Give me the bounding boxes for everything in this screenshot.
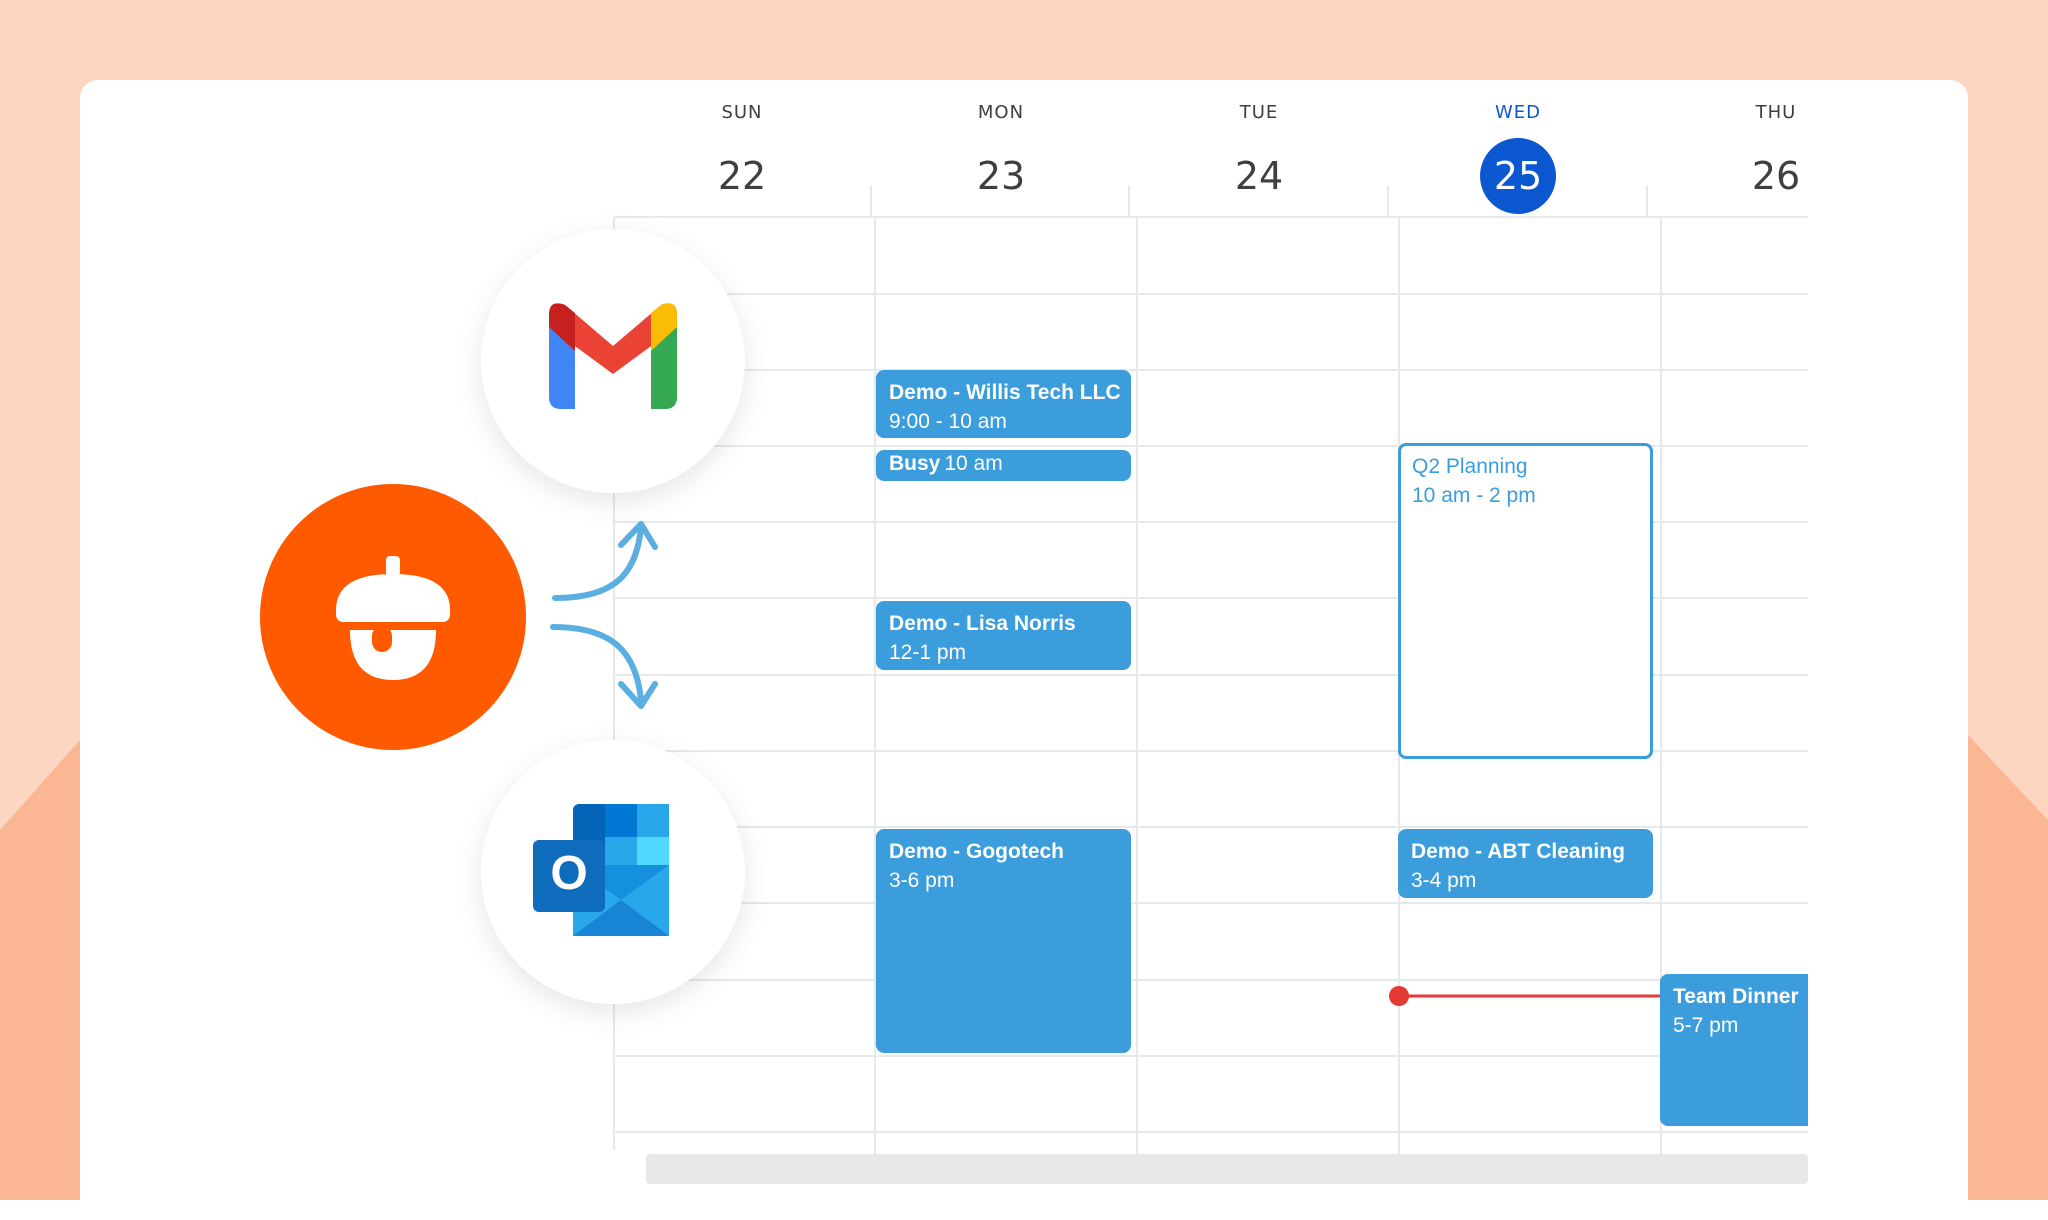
day-date-24[interactable]: 24: [1221, 138, 1297, 214]
event-title: Q2 Planning: [1412, 455, 1528, 478]
day-header-mon: MON: [977, 102, 1025, 123]
day-header-tue: TUE: [1239, 102, 1279, 123]
day-header-thu: THU: [1755, 102, 1797, 123]
event-time: 9:00 - 10 am: [889, 410, 1007, 433]
event-demo-abt-cleaning[interactable]: Demo - ABT Cleaning 3-4 pm: [1398, 829, 1653, 898]
event-time: 12-1 pm: [889, 641, 967, 664]
day-header-sun: SUN: [721, 102, 763, 123]
gmail-icon: [549, 303, 677, 409]
event-title: Demo - Willis Tech LLC: [889, 381, 1121, 404]
day-header-wed: WED: [1494, 102, 1542, 123]
event-time: 5-7 pm: [1673, 1014, 1739, 1037]
horizontal-scrollbar[interactable]: [646, 1154, 1808, 1184]
outlook-icon: O: [533, 804, 669, 936]
event-busy[interactable]: Busy 10 am: [876, 450, 1131, 481]
event-q2-planning[interactable]: Q2 Planning 10 am - 2 pm: [1398, 443, 1653, 759]
gmail-badge: [481, 229, 745, 493]
event-demo-lisa-norris[interactable]: Demo - Lisa Norris 12-1 pm: [876, 601, 1131, 670]
outlook-letter: O: [550, 847, 587, 900]
event-demo-willis-tech[interactable]: Demo - Willis Tech LLC 9:00 - 10 am: [876, 370, 1131, 438]
day-date-26[interactable]: 26: [1738, 138, 1814, 214]
day-date-22[interactable]: 22: [704, 138, 780, 214]
event-time: 3-4 pm: [1411, 869, 1477, 892]
event-team-dinner[interactable]: Team Dinner 5-7 pm: [1660, 974, 1808, 1126]
acorn-icon: [336, 556, 450, 680]
event-title: Busy: [889, 452, 941, 475]
acorn-badge: [260, 484, 526, 750]
event-title: Demo - Gogotech: [889, 840, 1065, 863]
event-time: 3-6 pm: [889, 869, 955, 892]
day-date-25-today[interactable]: 25: [1480, 138, 1556, 214]
day-date-23[interactable]: 23: [963, 138, 1039, 214]
event-time: 10 am - 2 pm: [1412, 484, 1536, 507]
event-title: Team Dinner: [1673, 985, 1799, 1008]
event-title: Demo - Lisa Norris: [889, 612, 1076, 635]
event-title: Demo - ABT Cleaning: [1411, 840, 1625, 863]
outlook-badge: O: [481, 740, 745, 1004]
event-time: 10 am: [944, 452, 1003, 475]
event-demo-gogotech[interactable]: Demo - Gogotech 3-6 pm: [876, 829, 1131, 1053]
